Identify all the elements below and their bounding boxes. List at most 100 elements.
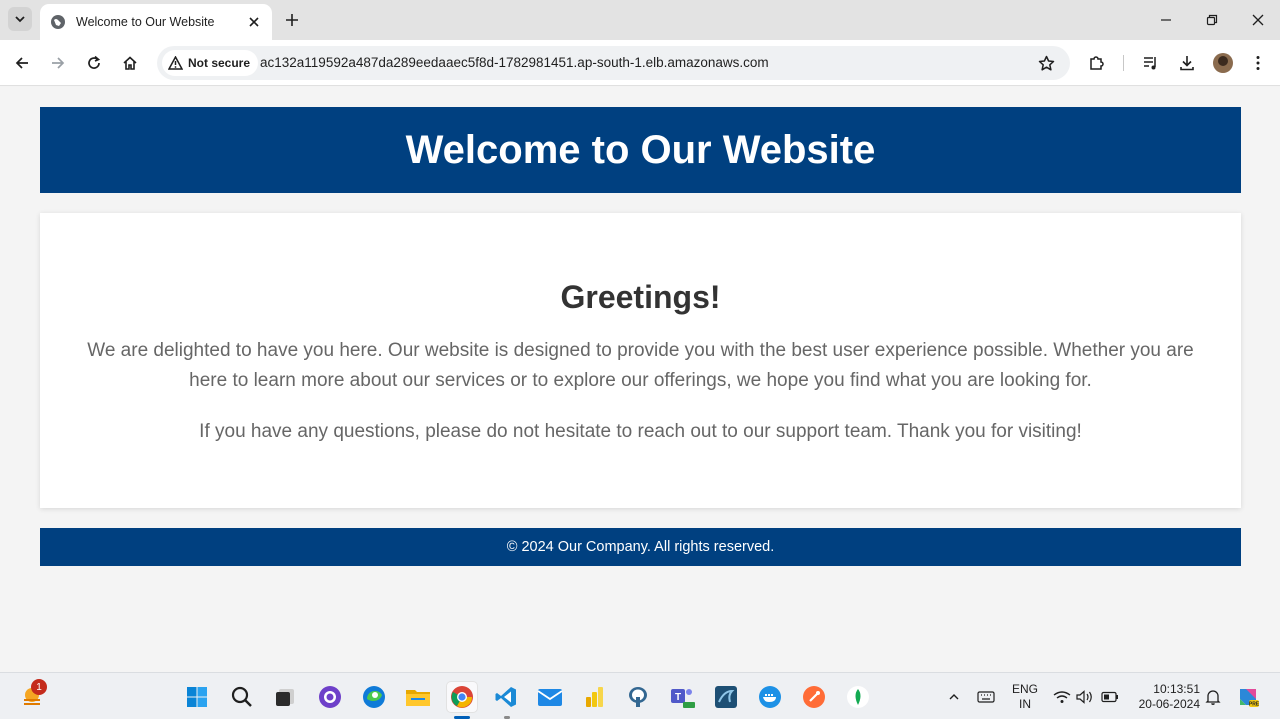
forward-button[interactable] bbox=[47, 52, 69, 74]
github-desktop-icon bbox=[319, 686, 341, 708]
plus-icon bbox=[286, 14, 298, 26]
browser-tabstrip: Welcome to Our Website bbox=[0, 0, 1280, 40]
postgresql-icon bbox=[629, 687, 647, 707]
svg-text:PRE: PRE bbox=[1249, 702, 1260, 708]
postman-icon bbox=[803, 686, 825, 708]
clock-date: 20-06-2024 bbox=[1138, 697, 1200, 711]
teams-icon: T bbox=[671, 689, 695, 708]
browser-toolbar: Not secure ac132a119592a487da289eedaaec5… bbox=[0, 40, 1280, 86]
windows-start-icon bbox=[187, 687, 207, 707]
browser-menu-button[interactable] bbox=[1247, 52, 1269, 74]
docker-icon bbox=[759, 686, 781, 708]
mongodb-compass-app[interactable] bbox=[843, 682, 873, 712]
profile-avatar[interactable] bbox=[1213, 53, 1233, 73]
postgresql-app[interactable] bbox=[623, 682, 653, 712]
footer-copyright: © 2024 Our Company. All rights reserved. bbox=[506, 539, 775, 555]
toolbar-separator bbox=[1123, 55, 1124, 71]
postman-app[interactable] bbox=[799, 682, 829, 712]
svg-text:T: T bbox=[675, 692, 681, 703]
arrow-right-icon bbox=[52, 57, 65, 69]
home-icon bbox=[123, 56, 137, 70]
wifi-status[interactable] bbox=[1052, 687, 1072, 707]
new-tab-button[interactable] bbox=[282, 10, 302, 30]
language-code: ENG bbox=[1011, 682, 1038, 696]
taskbar-clock[interactable]: 10:13:51 20-06-2024 bbox=[1128, 682, 1200, 712]
site-title: Welcome to Our Website bbox=[405, 127, 876, 172]
search-icon bbox=[231, 686, 252, 707]
power-bi-icon bbox=[586, 687, 603, 707]
site-footer: © 2024 Our Company. All rights reserved. bbox=[40, 528, 1241, 566]
show-hidden-icons-button[interactable] bbox=[944, 687, 964, 707]
battery-status[interactable] bbox=[1100, 687, 1120, 707]
battery-icon bbox=[1101, 691, 1118, 703]
edge-app[interactable] bbox=[359, 682, 389, 712]
downloads-button[interactable] bbox=[1176, 52, 1198, 74]
media-control-button[interactable] bbox=[1140, 52, 1162, 74]
weather-badge: 1 bbox=[31, 679, 47, 695]
file-explorer-app[interactable] bbox=[403, 682, 433, 712]
windows-taskbar: 1 T ENG IN 10:13:51 20-06-2024 PRE bbox=[0, 672, 1280, 719]
minimize-icon bbox=[1161, 19, 1171, 21]
chrome-app[interactable] bbox=[447, 682, 477, 712]
region-code: IN bbox=[1019, 697, 1031, 711]
warning-icon bbox=[168, 56, 183, 70]
volume-icon bbox=[1076, 690, 1092, 704]
docker-app[interactable] bbox=[755, 682, 785, 712]
volume-status[interactable] bbox=[1075, 687, 1095, 707]
intro-paragraph: We are delighted to have you here. Our w… bbox=[87, 340, 1194, 391]
tab-title: Welcome to Our Website bbox=[76, 15, 215, 29]
mail-app[interactable] bbox=[535, 682, 565, 712]
close-icon bbox=[1252, 14, 1264, 26]
download-icon bbox=[1180, 56, 1194, 71]
start-button[interactable] bbox=[182, 682, 212, 712]
page-viewport: Welcome to Our Website Greetings! We are… bbox=[0, 87, 1280, 672]
teams-app[interactable]: T bbox=[667, 682, 697, 712]
mongodb-icon bbox=[847, 686, 869, 708]
mail-icon bbox=[537, 689, 563, 706]
language-indicator[interactable]: ENG IN bbox=[1010, 682, 1040, 712]
close-window-button[interactable] bbox=[1248, 10, 1268, 30]
wifi-icon bbox=[1053, 691, 1071, 703]
address-bar[interactable]: Not secure ac132a119592a487da289eedaaec5… bbox=[157, 46, 1070, 80]
github-desktop-app[interactable] bbox=[315, 682, 345, 712]
url-text[interactable]: ac132a119592a487da289eedaaec5f8d-1782981… bbox=[260, 55, 769, 70]
greeting-heading: Greetings! bbox=[560, 279, 721, 315]
touch-keyboard-button[interactable] bbox=[976, 687, 996, 707]
bell-icon bbox=[1205, 690, 1221, 705]
task-view-button[interactable] bbox=[270, 682, 300, 712]
mysql-workbench-app[interactable] bbox=[711, 682, 741, 712]
tab-search-button[interactable] bbox=[8, 7, 32, 31]
puzzle-icon bbox=[1090, 56, 1104, 70]
globe-icon bbox=[51, 15, 65, 29]
power-bi-app[interactable] bbox=[579, 682, 609, 712]
restore-button[interactable] bbox=[1202, 10, 1222, 30]
music-queue-icon bbox=[1144, 57, 1156, 70]
chevron-up-icon bbox=[949, 694, 959, 700]
more-vert-icon bbox=[1256, 56, 1260, 70]
back-button[interactable] bbox=[11, 52, 33, 74]
taskbar-search-button[interactable] bbox=[227, 682, 257, 712]
arrow-left-icon bbox=[15, 57, 28, 69]
vscode-app[interactable] bbox=[491, 682, 521, 712]
task-view-icon bbox=[276, 689, 294, 706]
chevron-down-icon bbox=[15, 16, 25, 23]
copilot-icon[interactable]: PRE bbox=[1236, 685, 1260, 709]
security-label: Not secure bbox=[188, 56, 251, 70]
bookmark-button[interactable] bbox=[1036, 53, 1056, 73]
home-button[interactable] bbox=[119, 52, 141, 74]
reload-button[interactable] bbox=[83, 52, 105, 74]
edge-icon bbox=[363, 686, 385, 708]
extensions-button[interactable] bbox=[1086, 52, 1108, 74]
star-icon bbox=[1038, 55, 1054, 71]
clock-time: 10:13:51 bbox=[1153, 682, 1200, 696]
tab-close-icon[interactable] bbox=[246, 14, 262, 30]
mysql-workbench-icon bbox=[715, 686, 737, 708]
contact-paragraph: If you have any questions, please do not… bbox=[199, 421, 1082, 442]
minimize-button[interactable] bbox=[1156, 10, 1176, 30]
keyboard-icon bbox=[977, 691, 995, 703]
reload-icon bbox=[88, 55, 101, 69]
chrome-icon bbox=[451, 686, 473, 708]
browser-tab[interactable]: Welcome to Our Website bbox=[40, 4, 272, 40]
notifications-button[interactable] bbox=[1203, 687, 1223, 707]
site-info-chip[interactable]: Not secure bbox=[162, 50, 259, 76]
